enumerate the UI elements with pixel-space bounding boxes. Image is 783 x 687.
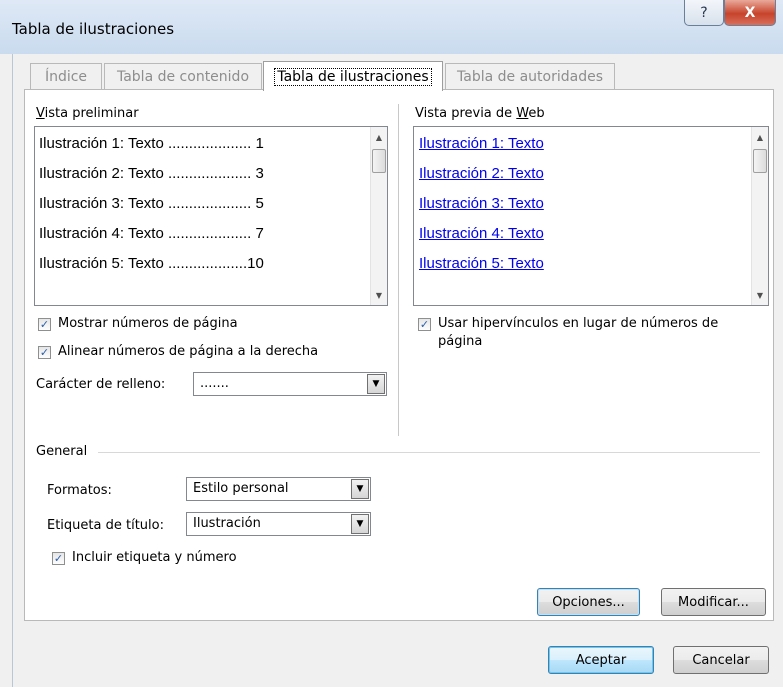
tab-toc-label: Tabla de contenido bbox=[116, 68, 250, 85]
list-item: Ilustración 4: Texto ...................… bbox=[39, 225, 264, 242]
formats-select[interactable]: Estilo personal ▼ bbox=[186, 477, 371, 501]
tab-figures-label: Tabla de ilustraciones bbox=[274, 67, 432, 86]
tab-authorities-label: Tabla de autoridades bbox=[457, 68, 603, 85]
dialog-window: Tabla de ilustraciones ? X Índice Tabla … bbox=[0, 0, 783, 687]
chevron-down-icon[interactable]: ▼ bbox=[351, 479, 369, 499]
web-preview-label: Vista previa de Web bbox=[415, 106, 545, 121]
check-icon: ✓ bbox=[53, 552, 64, 565]
chevron-down-icon[interactable]: ▼ bbox=[351, 514, 369, 534]
print-preview-box[interactable]: Ilustración 1: Texto ...................… bbox=[34, 126, 388, 306]
check-icon: ✓ bbox=[419, 318, 430, 331]
web-link-item[interactable]: Ilustración 1: Texto bbox=[419, 135, 544, 152]
web-link-item[interactable]: Ilustración 3: Texto bbox=[419, 195, 544, 212]
caption-label-label: Etiqueta de título: bbox=[47, 518, 164, 533]
web-preview-box[interactable]: Ilustración 1: Texto Ilustración 2: Text… bbox=[413, 126, 769, 306]
scroll-down-icon[interactable]: ▼ bbox=[371, 287, 387, 303]
scroll-up-icon[interactable]: ▲ bbox=[371, 129, 387, 145]
web-link-item[interactable]: Ilustración 4: Texto bbox=[419, 225, 544, 242]
scroll-down-icon[interactable]: ▼ bbox=[752, 287, 768, 303]
include-label-checkbox[interactable]: ✓ bbox=[52, 552, 65, 565]
tab-leader-label: Carácter de relleno: bbox=[36, 377, 166, 392]
close-icon: X bbox=[744, 4, 756, 21]
print-preview-label: Vista preliminar bbox=[36, 106, 139, 121]
modify-button[interactable]: Modificar... bbox=[661, 588, 766, 616]
general-divider bbox=[98, 452, 760, 453]
use-hyperlinks-label-cont: página bbox=[438, 334, 483, 349]
list-item: Ilustración 5: Texto ...................… bbox=[39, 255, 264, 272]
tab-table-of-contents[interactable]: Tabla de contenido bbox=[104, 63, 262, 89]
check-icon: ✓ bbox=[39, 318, 50, 331]
check-icon: ✓ bbox=[39, 346, 50, 359]
close-button[interactable]: X bbox=[724, 0, 776, 26]
list-item: Ilustración 3: Texto ...................… bbox=[39, 195, 264, 212]
tab-index[interactable]: Índice bbox=[30, 63, 102, 89]
list-item: Ilustración 2: Texto ...................… bbox=[39, 165, 264, 182]
web-link-item[interactable]: Ilustración 5: Texto bbox=[419, 255, 544, 272]
use-hyperlinks-label: Usar hipervínculos en lugar de números d… bbox=[438, 316, 719, 331]
cancel-button[interactable]: Cancelar bbox=[673, 646, 769, 674]
right-align-label: Alinear números de página a la derecha bbox=[58, 344, 319, 359]
include-label-text: Incluir etiqueta y número bbox=[72, 550, 237, 565]
help-button[interactable]: ? bbox=[684, 0, 724, 26]
formats-value: Estilo personal bbox=[193, 481, 289, 496]
tab-leader-value: ....... bbox=[200, 376, 229, 391]
tab-leader-select[interactable]: ....... ▼ bbox=[193, 372, 387, 396]
formats-label: Formatos: bbox=[47, 483, 112, 498]
list-item: Ilustración 1: Texto ...................… bbox=[39, 135, 264, 152]
dialog-title: Tabla de ilustraciones bbox=[12, 20, 175, 38]
tab-table-of-authorities[interactable]: Tabla de autoridades bbox=[445, 63, 615, 89]
scroll-thumb[interactable] bbox=[372, 149, 386, 173]
help-icon: ? bbox=[700, 4, 708, 21]
caption-label-value: Ilustración bbox=[193, 516, 261, 531]
general-group-label: General bbox=[36, 444, 88, 459]
show-page-numbers-checkbox[interactable]: ✓ bbox=[38, 318, 51, 331]
title-bar: Tabla de ilustraciones ? X bbox=[0, 0, 783, 54]
vertical-divider bbox=[398, 104, 399, 436]
options-button[interactable]: Opciones... bbox=[537, 588, 640, 616]
show-page-numbers-label: Mostrar números de página bbox=[58, 316, 238, 331]
right-align-checkbox[interactable]: ✓ bbox=[38, 346, 51, 359]
scroll-thumb[interactable] bbox=[753, 149, 767, 173]
use-hyperlinks-checkbox[interactable]: ✓ bbox=[418, 318, 431, 331]
chevron-down-icon[interactable]: ▼ bbox=[367, 374, 385, 394]
scroll-up-icon[interactable]: ▲ bbox=[752, 129, 768, 145]
print-preview-scrollbar[interactable]: ▲ ▼ bbox=[370, 127, 387, 305]
ok-button[interactable]: Aceptar bbox=[548, 646, 654, 674]
tab-index-label: Índice bbox=[44, 68, 88, 85]
caption-label-select[interactable]: Ilustración ▼ bbox=[186, 512, 371, 536]
web-link-item[interactable]: Ilustración 2: Texto bbox=[419, 165, 544, 182]
web-preview-scrollbar[interactable]: ▲ ▼ bbox=[751, 127, 768, 305]
tab-table-of-figures[interactable]: Tabla de ilustraciones bbox=[263, 61, 443, 91]
